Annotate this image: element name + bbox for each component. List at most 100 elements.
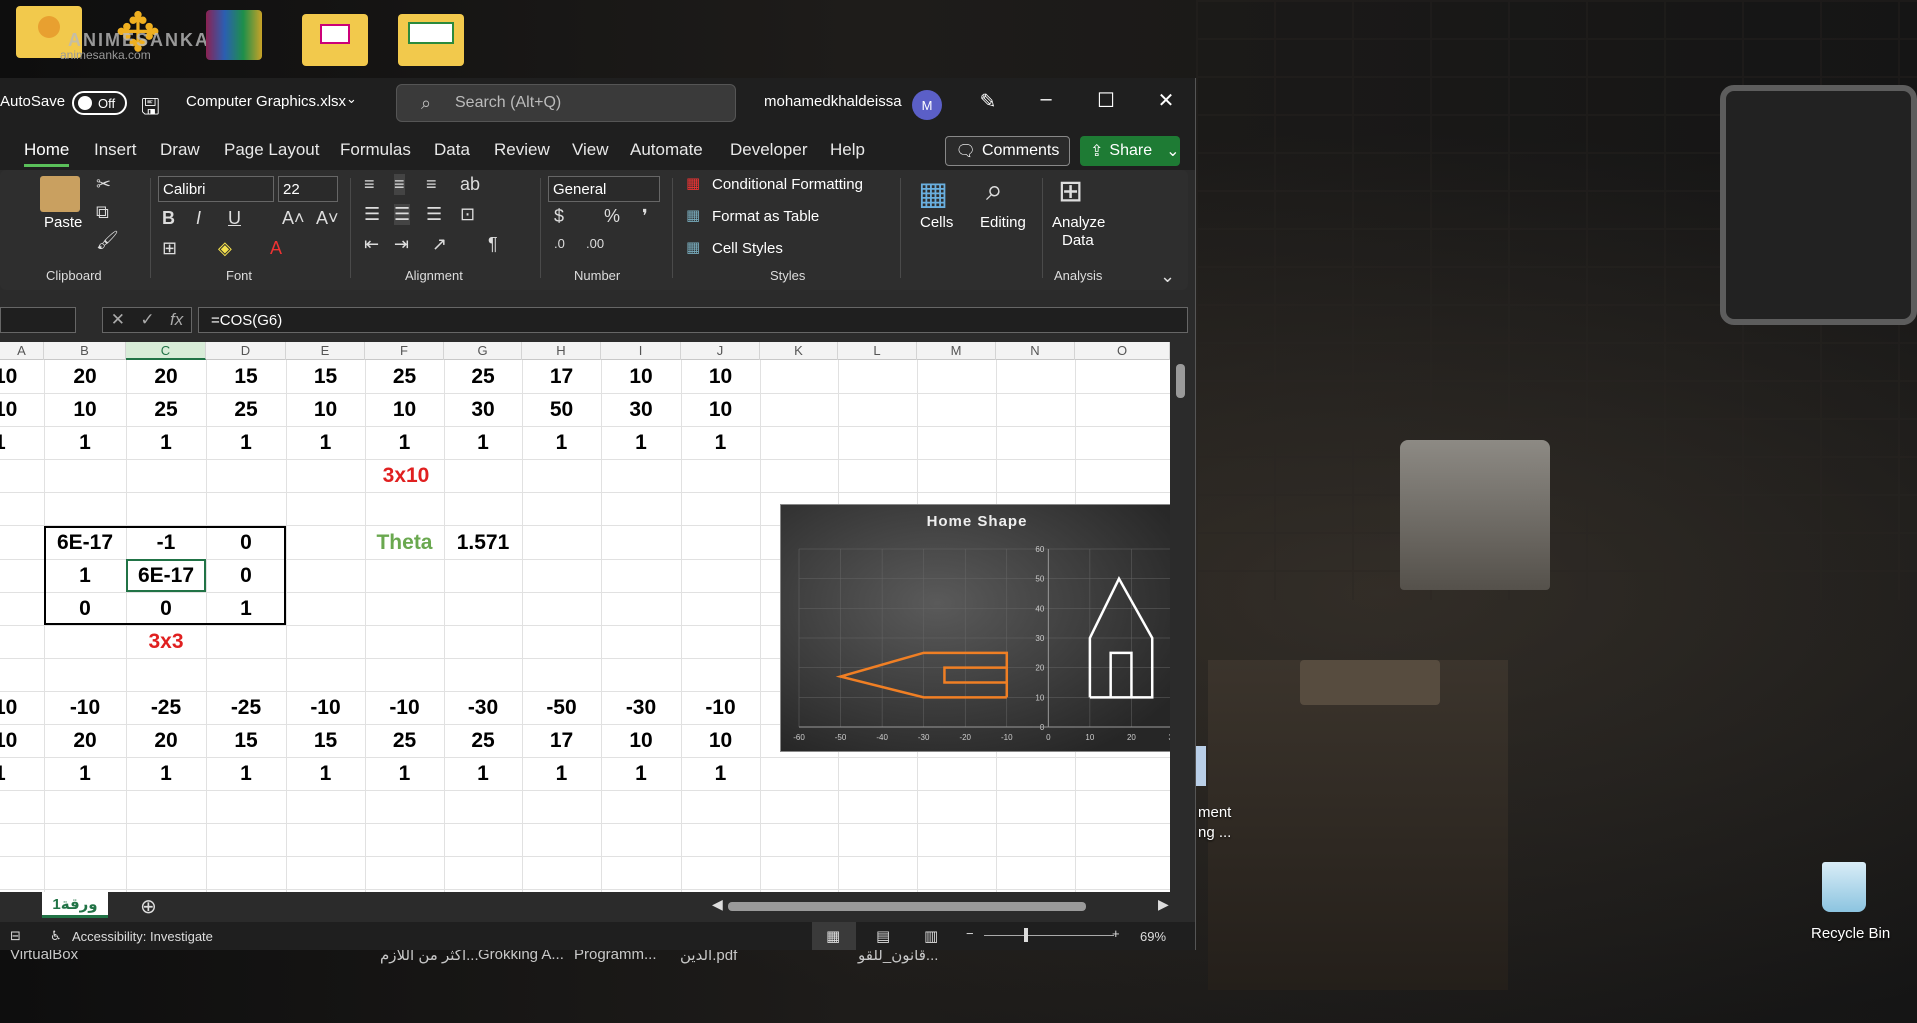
cell[interactable]: 10 bbox=[365, 393, 444, 426]
bold-icon[interactable]: B bbox=[162, 208, 175, 229]
tab-home[interactable]: Home bbox=[24, 140, 70, 167]
cell[interactable]: 1 bbox=[444, 757, 522, 790]
cell[interactable]: 25 bbox=[444, 360, 522, 393]
cell[interactable]: 3x3 bbox=[126, 625, 206, 658]
cell[interactable]: 1.571 bbox=[444, 526, 522, 559]
cell[interactable]: 50 bbox=[522, 393, 601, 426]
cell[interactable]: 6E-17 bbox=[44, 526, 126, 559]
cell[interactable]: 25 bbox=[206, 393, 286, 426]
cell[interactable]: 1 bbox=[522, 426, 601, 459]
grow-font-icon[interactable]: A˄ bbox=[282, 208, 305, 229]
align-bottom-icon[interactable]: ≡ bbox=[426, 174, 437, 195]
cell[interactable]: 1 bbox=[44, 426, 126, 459]
cell[interactable]: -25 bbox=[126, 691, 206, 724]
scroll-thumb[interactable] bbox=[1176, 364, 1185, 398]
tab-data[interactable]: Data bbox=[434, 140, 470, 160]
cell[interactable]: 0 bbox=[126, 592, 206, 625]
filename[interactable]: Computer Graphics.xlsx bbox=[186, 93, 346, 110]
cell[interactable]: 25 bbox=[365, 360, 444, 393]
column-header[interactable]: F bbox=[365, 342, 444, 360]
cell[interactable]: 1 bbox=[206, 592, 286, 625]
column-header[interactable]: J bbox=[681, 342, 760, 360]
cell[interactable]: 30 bbox=[444, 393, 522, 426]
column-header[interactable]: N bbox=[996, 342, 1075, 360]
cell[interactable]: 1 bbox=[681, 426, 760, 459]
paste-icon[interactable] bbox=[40, 176, 80, 212]
underline-icon[interactable]: U bbox=[228, 208, 241, 229]
cell[interactable]: 1 bbox=[522, 757, 601, 790]
tab-view[interactable]: View bbox=[572, 140, 609, 160]
horizontal-scroll-thumb[interactable] bbox=[728, 902, 1086, 911]
cell[interactable]: 15 bbox=[286, 360, 365, 393]
paste-label[interactable]: Paste bbox=[44, 214, 82, 231]
cell[interactable]: 1 bbox=[0, 426, 38, 459]
copy-icon[interactable]: ⧉ bbox=[96, 202, 109, 223]
cell[interactable]: 10 bbox=[681, 360, 760, 393]
cell[interactable]: 25 bbox=[444, 724, 522, 757]
align-right-icon[interactable]: ☰ bbox=[426, 204, 442, 225]
partial-desktop-icon[interactable] bbox=[1196, 746, 1206, 786]
maximize-button[interactable]: ☐ bbox=[1086, 88, 1126, 113]
cell[interactable]: 1 bbox=[44, 757, 126, 790]
cell[interactable]: 1 bbox=[365, 757, 444, 790]
avatar[interactable]: M bbox=[912, 90, 942, 120]
tab-formulas[interactable]: Formulas bbox=[340, 140, 411, 160]
accessibility-icon[interactable]: ♿ bbox=[50, 928, 62, 944]
zoom-slider-thumb[interactable] bbox=[1024, 928, 1028, 942]
cell[interactable]: 1 bbox=[126, 426, 206, 459]
comma-icon[interactable]: ❜ bbox=[642, 206, 648, 227]
cell[interactable]: -30 bbox=[444, 691, 522, 724]
cell[interactable]: 1 bbox=[126, 757, 206, 790]
cell[interactable]: 1 bbox=[206, 426, 286, 459]
borders-icon[interactable]: ⊞ bbox=[162, 238, 177, 259]
cell[interactable]: 1 bbox=[0, 757, 38, 790]
tab-page-layout[interactable]: Page Layout bbox=[224, 140, 319, 160]
column-header[interactable]: H bbox=[522, 342, 601, 360]
cell[interactable]: 20 bbox=[126, 724, 206, 757]
cell[interactable]: 1 bbox=[286, 757, 365, 790]
number-format-select[interactable]: General bbox=[548, 176, 660, 202]
share-button[interactable]: ⇪ Share ⌄ bbox=[1080, 136, 1180, 166]
cell[interactable]: -10 bbox=[365, 691, 444, 724]
decrease-decimal-icon[interactable]: .00 bbox=[586, 236, 604, 251]
zoom-in-icon[interactable]: + bbox=[1112, 926, 1120, 941]
comments-button[interactable]: 🗨 Comments bbox=[945, 136, 1070, 166]
cell[interactable]: 10 bbox=[0, 393, 38, 426]
cell[interactable]: -10 bbox=[681, 691, 760, 724]
italic-icon[interactable]: I bbox=[196, 208, 201, 229]
cut-icon[interactable]: ✂ bbox=[96, 174, 111, 195]
accessibility-status[interactable]: Accessibility: Investigate bbox=[72, 929, 213, 944]
editing-icon[interactable]: ⌕ bbox=[986, 174, 1003, 208]
conditional-formatting-button[interactable]: Conditional Formatting bbox=[712, 176, 863, 193]
format-painter-icon[interactable]: 🖌 bbox=[96, 230, 119, 251]
winrar-icon[interactable] bbox=[206, 10, 262, 60]
fill-color-icon[interactable]: ◈ bbox=[218, 238, 232, 259]
tab-developer[interactable]: Developer bbox=[730, 140, 808, 160]
align-left-icon[interactable]: ☰ bbox=[364, 204, 380, 225]
text-direction-icon[interactable]: ¶ bbox=[488, 234, 498, 255]
wrap-text-icon[interactable]: ab bbox=[460, 174, 480, 195]
scroll-left-icon[interactable]: ◀ bbox=[712, 896, 723, 913]
shrink-font-icon[interactable]: A˅ bbox=[316, 208, 339, 229]
align-top-icon[interactable]: ≡ bbox=[364, 174, 375, 195]
formula-input[interactable]: =COS(G6) bbox=[198, 307, 1188, 333]
cell[interactable]: -30 bbox=[601, 691, 681, 724]
cell[interactable]: 20 bbox=[126, 360, 206, 393]
cell[interactable]: 17 bbox=[522, 724, 601, 757]
cell[interactable]: -25 bbox=[206, 691, 286, 724]
column-header[interactable]: C bbox=[126, 342, 206, 360]
column-header[interactable]: K bbox=[760, 342, 838, 360]
cell[interactable]: 10 bbox=[601, 724, 681, 757]
analyze-data-label[interactable]: Data bbox=[1062, 232, 1094, 249]
analyze-label[interactable]: Analyze bbox=[1052, 214, 1105, 231]
cell[interactable]: 30 bbox=[601, 393, 681, 426]
search-box[interactable]: ⌕ Search (Alt+Q) bbox=[396, 84, 736, 122]
cell[interactable]: 15 bbox=[206, 360, 286, 393]
cell[interactable]: 10 bbox=[0, 360, 38, 393]
cell-styles-icon[interactable]: ▦ bbox=[686, 238, 700, 256]
orientation-icon[interactable]: ↗ bbox=[432, 234, 447, 255]
zoom-out-icon[interactable]: − bbox=[966, 926, 974, 941]
tab-insert[interactable]: Insert bbox=[94, 140, 137, 160]
cell[interactable]: 25 bbox=[126, 393, 206, 426]
page-layout-view-icon[interactable]: ▤ bbox=[876, 927, 890, 945]
